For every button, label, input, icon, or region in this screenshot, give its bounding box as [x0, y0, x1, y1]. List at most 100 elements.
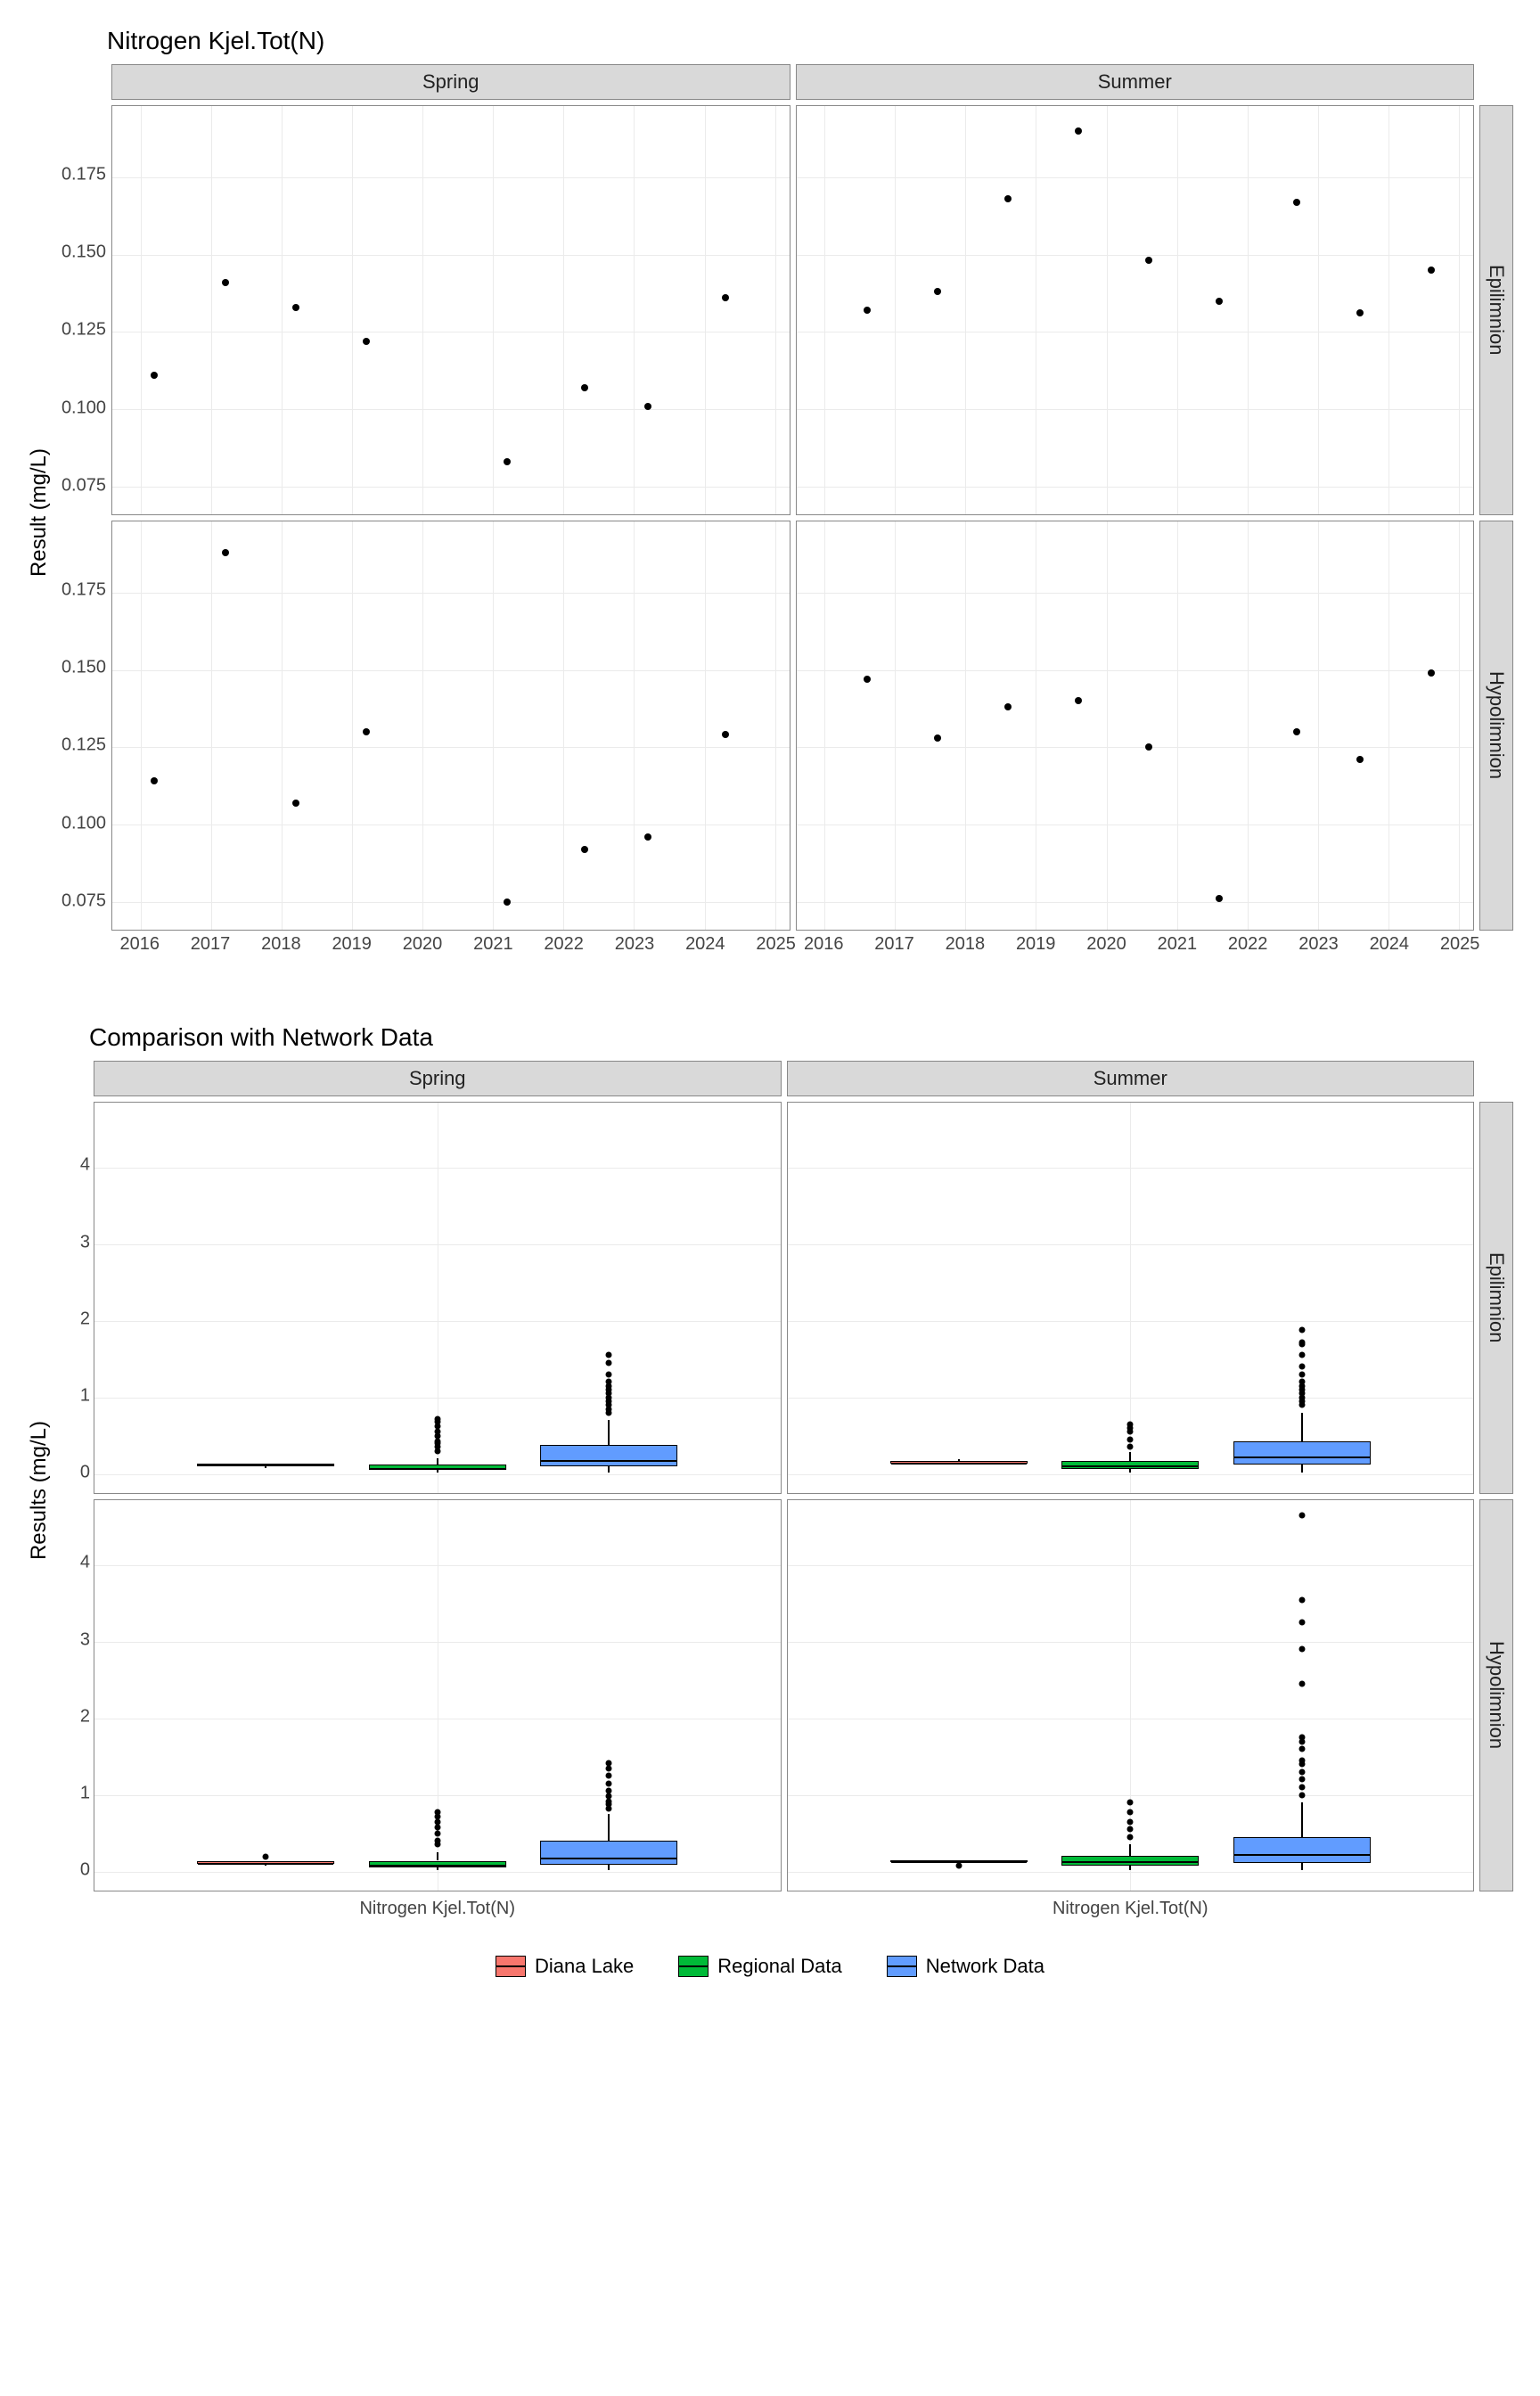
boxplot-panel-spring-epi — [94, 1102, 782, 1494]
outlier-point — [434, 1809, 440, 1815]
boxplot-box — [369, 1861, 506, 1868]
boxplot-box — [540, 1841, 677, 1865]
outlier-point — [1127, 1818, 1134, 1825]
data-point — [151, 777, 158, 784]
scatter-col-strip-summer: Summer — [796, 64, 1475, 100]
outlier-point — [1298, 1646, 1305, 1653]
data-point — [222, 279, 229, 286]
boxplot-col-strip-summer: Summer — [787, 1061, 1475, 1096]
boxplot-panel-summer-hypo — [787, 1499, 1475, 1891]
outlier-point — [1298, 1768, 1305, 1775]
boxplot-ylabel: Results (mg/L) — [27, 1420, 52, 1559]
data-point — [934, 288, 941, 295]
scatter-panel-spring-epi — [111, 105, 790, 515]
outlier-point — [1298, 1681, 1305, 1687]
boxplot-xlabel-summer: Nitrogen Kjel.Tot(N) — [787, 1899, 1475, 1919]
outlier-point — [1127, 1826, 1134, 1833]
data-point — [1145, 743, 1152, 751]
data-point — [504, 898, 511, 906]
data-point — [1145, 257, 1152, 264]
data-point — [864, 307, 871, 314]
scatter-panel-summer-hypo — [796, 521, 1475, 931]
outlier-point — [1298, 1327, 1305, 1333]
data-point — [1075, 697, 1082, 704]
boxplot-panel-spring-hypo — [94, 1499, 782, 1891]
data-point — [504, 458, 511, 465]
data-point — [292, 304, 299, 311]
legend-item-regional: Regional Data — [678, 1955, 841, 1978]
data-point — [1004, 703, 1012, 710]
data-point — [292, 800, 299, 807]
outlier-point — [434, 1818, 440, 1825]
data-point — [1075, 127, 1082, 135]
legend-label-diana: Diana Lake — [535, 1955, 634, 1978]
data-point — [1216, 895, 1223, 902]
scatter-panel-spring-hypo — [111, 521, 790, 931]
data-point — [1428, 669, 1435, 677]
outlier-point — [606, 1773, 612, 1779]
data-point — [1293, 199, 1300, 206]
scatter-col-strip-spring: Spring — [111, 64, 790, 100]
outlier-point — [434, 1429, 440, 1435]
outlier-point — [434, 1838, 440, 1844]
boxplot-yaxis-bottom: 01234 — [58, 1498, 90, 1890]
data-point — [1428, 267, 1435, 274]
boxplot-box — [1061, 1461, 1199, 1469]
outlier-point — [606, 1371, 612, 1377]
data-point — [363, 728, 370, 735]
outlier-point — [1298, 1757, 1305, 1763]
outlier-point — [606, 1359, 612, 1366]
outlier-point — [606, 1352, 612, 1358]
data-point — [1356, 756, 1364, 763]
outlier-point — [263, 1854, 269, 1860]
data-point — [363, 338, 370, 345]
data-point — [722, 731, 729, 738]
outlier-point — [1298, 1352, 1305, 1358]
outlier-point — [1298, 1792, 1305, 1798]
outlier-point — [606, 1793, 612, 1800]
outlier-point — [1127, 1436, 1134, 1442]
outlier-point — [955, 1863, 962, 1869]
outlier-point — [434, 1415, 440, 1422]
legend-swatch-regional — [678, 1956, 709, 1977]
scatter-chart-block: Nitrogen Kjel.Tot(N) Result (mg/L) Sprin… — [18, 27, 1522, 961]
outlier-point — [1298, 1776, 1305, 1783]
scatter-title: Nitrogen Kjel.Tot(N) — [107, 27, 1522, 55]
outlier-point — [1298, 1735, 1305, 1741]
boxplot-box — [1233, 1441, 1371, 1465]
data-point — [644, 403, 651, 410]
outlier-point — [1298, 1746, 1305, 1752]
outlier-point — [606, 1765, 612, 1771]
data-point — [864, 676, 871, 683]
boxplot-title: Comparison with Network Data — [89, 1023, 1522, 1052]
boxplot-chart-block: Comparison with Network Data Results (mg… — [18, 1023, 1522, 1919]
scatter-ylabel: Result (mg/L) — [27, 448, 52, 577]
outlier-point — [1127, 1834, 1134, 1840]
scatter-xaxis-spring: 2016201720182019202020212022202320242025 — [111, 934, 790, 961]
boxplot-box — [1233, 1837, 1371, 1863]
legend-item-diana: Diana Lake — [496, 1955, 634, 1978]
outlier-point — [1127, 1809, 1134, 1815]
boxplot-col-strip-spring: Spring — [94, 1061, 782, 1096]
legend-label-network: Network Data — [926, 1955, 1044, 1978]
outlier-point — [1298, 1785, 1305, 1791]
legend: Diana Lake Regional Data Network Data — [18, 1955, 1522, 1978]
outlier-point — [1127, 1421, 1134, 1427]
boxplot-box — [197, 1464, 334, 1466]
outlier-point — [1298, 1620, 1305, 1626]
data-point — [1216, 298, 1223, 305]
outlier-point — [1127, 1444, 1134, 1450]
legend-label-regional: Regional Data — [717, 1955, 841, 1978]
scatter-yaxis-bottom: 0.0750.1000.1250.1500.175 — [49, 519, 106, 929]
boxplot-row-strip-hypo: Hypolimnion — [1479, 1499, 1513, 1891]
outlier-point — [1298, 1596, 1305, 1603]
boxplot-xlabel-spring: Nitrogen Kjel.Tot(N) — [94, 1899, 782, 1919]
outlier-point — [1298, 1371, 1305, 1377]
scatter-row-strip-hypo: Hypolimnion — [1479, 521, 1513, 931]
data-point — [222, 549, 229, 556]
outlier-point — [606, 1780, 612, 1786]
boxplot-box — [540, 1445, 677, 1466]
legend-item-network: Network Data — [887, 1955, 1044, 1978]
outlier-point — [1298, 1339, 1305, 1345]
scatter-panel-summer-epi — [796, 105, 1475, 515]
